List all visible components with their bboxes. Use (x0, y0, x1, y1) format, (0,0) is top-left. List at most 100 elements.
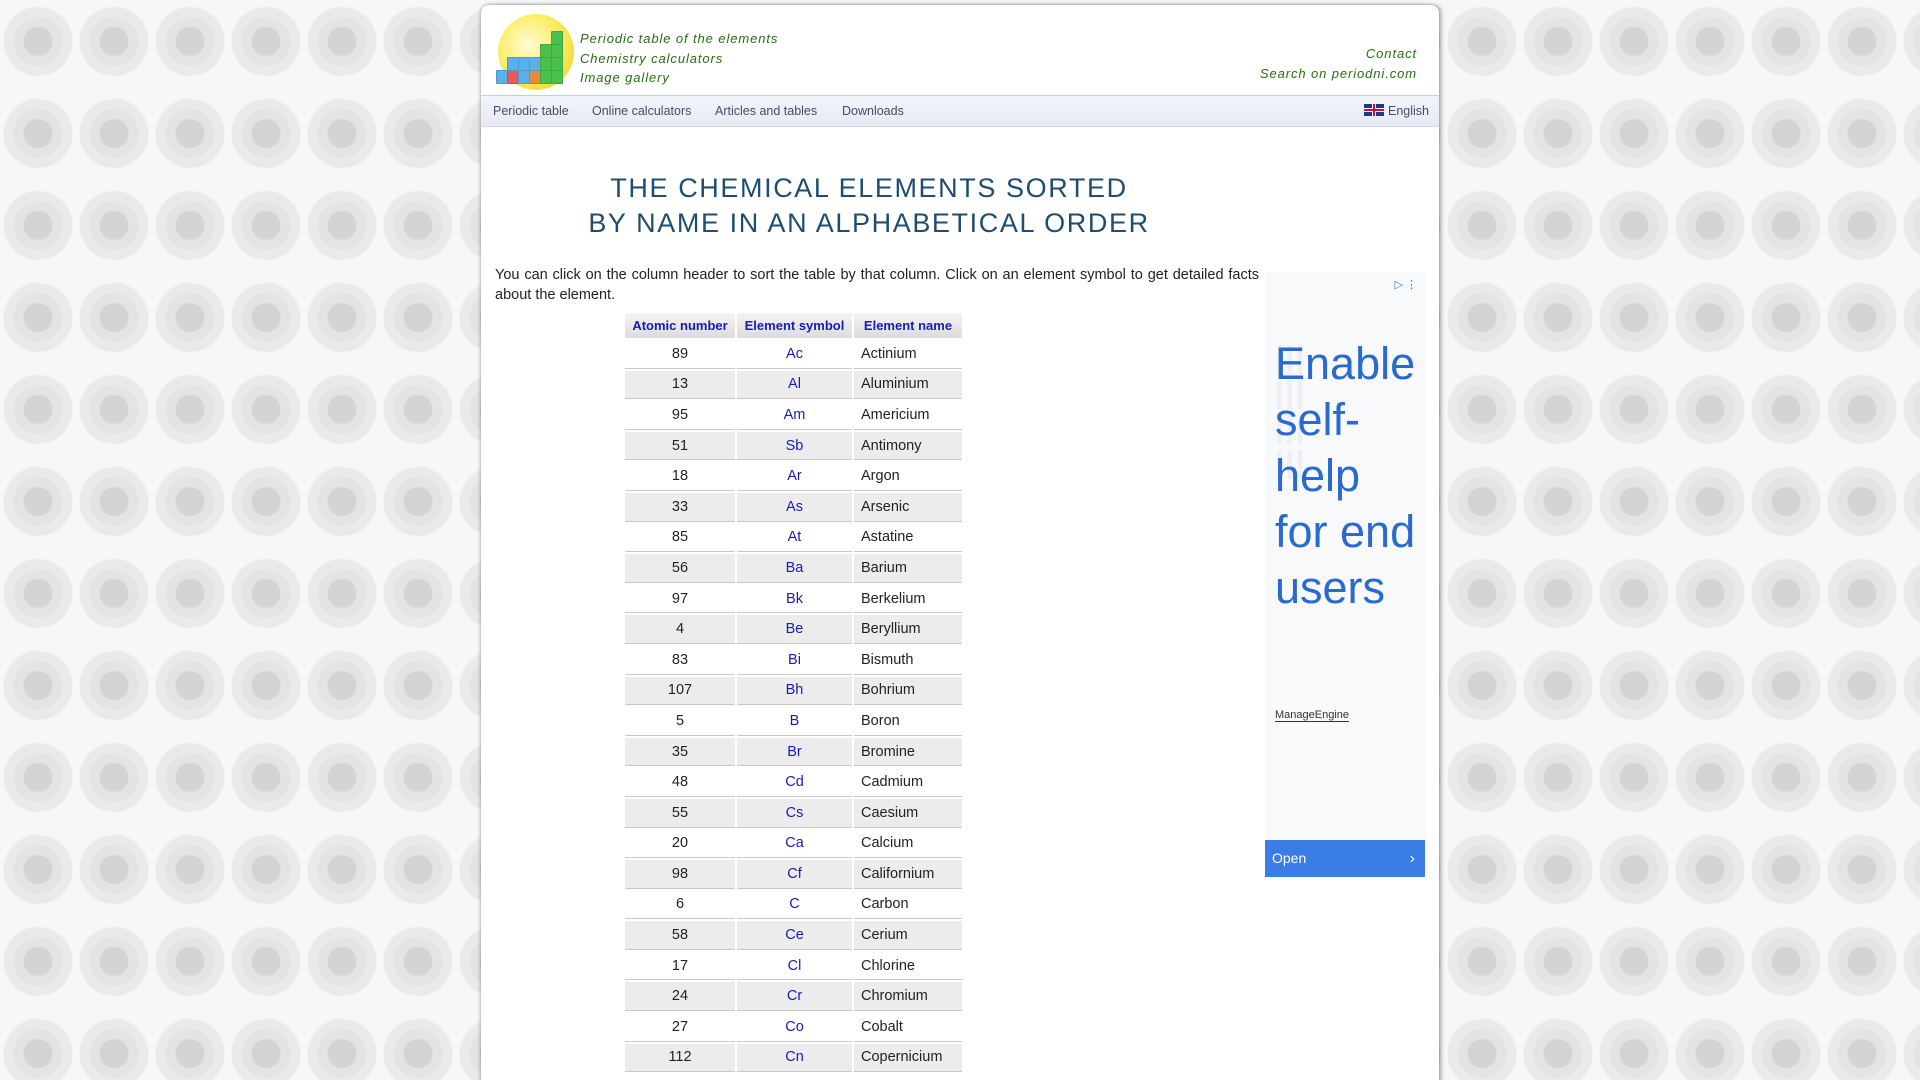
ad-brand[interactable]: ManageEngine (1275, 709, 1350, 722)
element-symbol-link[interactable]: Ac (737, 340, 852, 369)
element-symbol-link[interactable]: C (737, 891, 852, 920)
link-chemistry-calculators[interactable]: Chemistry calculators (580, 49, 778, 69)
table-row: 85 At Astatine (625, 524, 962, 553)
element-symbol-link[interactable]: Bk (737, 585, 852, 614)
element-name-cell: Chromium (854, 982, 962, 1012)
element-name-cell: Bromine (854, 737, 962, 767)
element-symbol-link[interactable]: Cr (737, 982, 852, 1012)
element-symbol-link[interactable]: Sb (737, 431, 852, 461)
logo-block (551, 57, 563, 71)
page-title-line1: THE CHEMICAL ELEMENTS SORTED (610, 173, 1128, 203)
atomic-number-cell: 95 (625, 401, 735, 430)
atomic-number-cell: 58 (625, 921, 735, 950)
atomic-number-cell: 89 (625, 340, 735, 369)
atomic-number-cell: 107 (625, 676, 735, 706)
nav-item-online-calculators[interactable]: Online calculators (592, 104, 691, 118)
table-row: 5 B Boron (625, 707, 962, 736)
nav-item-periodic-table[interactable]: Periodic table (493, 104, 569, 118)
element-symbol-link[interactable]: Ca (737, 830, 852, 859)
element-symbol-link[interactable]: Co (737, 1013, 852, 1042)
site-header: Periodic table of the elements Chemistry… (481, 5, 1439, 95)
atomic-number-cell: 13 (625, 370, 735, 400)
element-name-cell: Cobalt (854, 1013, 962, 1042)
link-contact[interactable]: Contact (1260, 44, 1417, 64)
table-row: 33 As Arsenic (625, 492, 962, 522)
uk-flag-icon (1364, 104, 1384, 116)
element-name-cell: Carbon (854, 891, 962, 920)
page-title: THE CHEMICAL ELEMENTS SORTED BY NAME IN … (481, 171, 1257, 241)
element-symbol-link[interactable]: As (737, 492, 852, 522)
column-header-element-name[interactable]: Element name (854, 313, 962, 338)
table-row: 24 Cr Chromium (625, 982, 962, 1012)
element-symbol-link[interactable]: Bh (737, 676, 852, 706)
link-search[interactable]: Search on periodni.com (1260, 64, 1417, 84)
element-symbol-link[interactable]: Al (737, 370, 852, 400)
table-row: 51 Sb Antimony (625, 431, 962, 461)
element-symbol-link[interactable]: Cn (737, 1043, 852, 1073)
atomic-number-cell: 18 (625, 462, 735, 491)
table-row: 112 Cn Copernicium (625, 1043, 962, 1073)
site-logo[interactable] (496, 14, 574, 92)
element-name-cell: Cerium (854, 921, 962, 950)
ad-open-button[interactable]: Open › (1265, 840, 1425, 877)
link-periodic-table-of-elements[interactable]: Periodic table of the elements (580, 29, 778, 49)
atomic-number-cell: 5 (625, 707, 735, 736)
column-header-atomic-number[interactable]: Atomic number (625, 313, 735, 338)
element-name-cell: Beryllium (854, 615, 962, 644)
atomic-number-cell: 98 (625, 860, 735, 889)
element-symbol-link[interactable]: Cs (737, 798, 852, 828)
element-symbol-link[interactable]: B (737, 707, 852, 736)
right-links: Contact Search on periodni.com (1260, 44, 1417, 83)
element-symbol-link[interactable]: Cd (737, 768, 852, 797)
element-symbol-link[interactable]: Be (737, 615, 852, 644)
element-symbol-link[interactable]: Ce (737, 921, 852, 950)
language-selector[interactable]: English (1364, 104, 1429, 118)
element-name-cell: Copper (854, 1074, 962, 1080)
table-row: 95 Am Americium (625, 401, 962, 430)
element-name-cell: Arsenic (854, 492, 962, 522)
atomic-number-cell: 112 (625, 1043, 735, 1073)
atomic-number-cell: 20 (625, 830, 735, 859)
logo-block (551, 70, 563, 84)
atomic-number-cell: 83 (625, 646, 735, 675)
table-row: 13 Al Aluminium (625, 370, 962, 400)
element-symbol-link[interactable]: At (737, 524, 852, 553)
element-name-cell: Calcium (854, 830, 962, 859)
adchoices-icon[interactable]: ▷ ⋮ (1394, 278, 1417, 291)
atomic-number-cell: 85 (625, 524, 735, 553)
table-row: 107 Bh Bohrium (625, 676, 962, 706)
table-row: 29CuCopper (625, 1074, 962, 1080)
element-symbol-link[interactable]: Bi (737, 646, 852, 675)
element-symbol-link[interactable]: Cl (737, 952, 852, 981)
element-name-cell: Antimony (854, 431, 962, 461)
element-symbol-link[interactable]: Br (737, 737, 852, 767)
table-row: 56 Ba Barium (625, 554, 962, 583)
elements-table: Atomic number Element symbol Element nam… (623, 311, 964, 1080)
column-header-element-symbol[interactable]: Element symbol (737, 313, 852, 338)
element-symbol-link[interactable]: Am (737, 401, 852, 430)
table-row: 18 Ar Argon (625, 462, 962, 491)
page-title-line2: BY NAME IN AN ALPHABETICAL ORDER (588, 208, 1150, 238)
element-name-cell: Barium (854, 554, 962, 583)
element-name-cell: Cadmium (854, 768, 962, 797)
advertisement[interactable]: ≡≡≡≡ ▷ ⋮ Enable self-help for end users … (1265, 272, 1425, 877)
nav-item-downloads[interactable]: Downloads (842, 104, 904, 118)
atomic-number-cell: 4 (625, 615, 735, 644)
table-row: 27 Co Cobalt (625, 1013, 962, 1042)
element-name-cell: Chlorine (854, 952, 962, 981)
ad-headline[interactable]: Enable self-help for end users (1275, 336, 1420, 616)
element-symbol-link[interactable]: Ar (737, 462, 852, 491)
element-symbol-link[interactable]: Cu (737, 1074, 852, 1080)
element-symbol-link[interactable]: Ba (737, 554, 852, 583)
atomic-number-cell: 56 (625, 554, 735, 583)
atomic-number-cell: 24 (625, 982, 735, 1012)
nav-item-articles-and-tables[interactable]: Articles and tables (715, 104, 817, 118)
table-row: 58 Ce Cerium (625, 921, 962, 950)
element-symbol-link[interactable]: Cf (737, 860, 852, 889)
link-image-gallery[interactable]: Image gallery (580, 68, 778, 88)
table-row: 35 Br Bromine (625, 737, 962, 767)
atomic-number-cell: 29 (625, 1074, 735, 1080)
atomic-number-cell: 48 (625, 768, 735, 797)
page-container: Periodic table of the elements Chemistry… (481, 5, 1439, 1080)
intro-text: You can click on the column header to so… (495, 267, 1259, 303)
